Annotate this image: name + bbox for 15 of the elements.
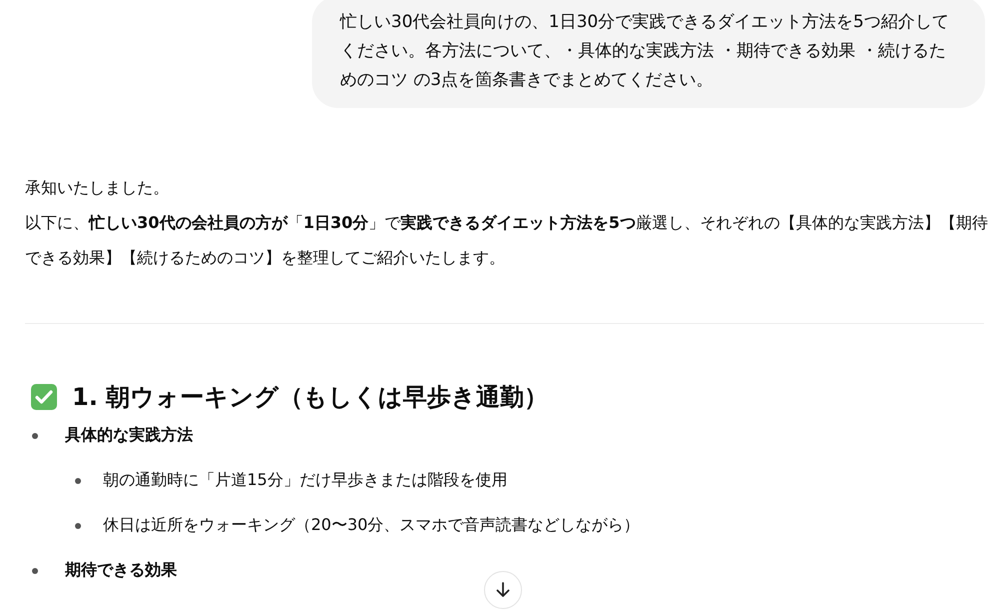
bullet-dot	[32, 568, 38, 574]
scroll-down-button[interactable]	[484, 571, 522, 609]
response-paragraph: 承知いたしました。	[25, 177, 170, 199]
list-heading: 期待できる効果	[65, 560, 177, 581]
list-item: 朝の通勤時に「片道15分」だけ早歩きまたは階段を使用	[103, 470, 508, 491]
checkmark-icon	[30, 383, 58, 411]
bullet-dot	[32, 432, 38, 438]
list-item: 休日は近所をウォーキング（20〜30分、スマホで音声読書などしながら）	[103, 515, 640, 536]
response-paragraph: 以下に、忙しい30代の会社員の方が「1日30分」で実践できるダイエット方法を5つ厳選し、それぞれの【具体的な実践方法】【期待できる効果】【続けるためのコツ】を整理してご紹介いたします。	[25, 212, 989, 269]
user-message: 忙しい30代会社員向けの、1日30分で実践できるダイエット方法を5つ紹介してください。各方法について、・具体的な実践方法 ・期待できる効果 ・続けるためのコツ の3点を箇条書きでまとめてください。	[312, 0, 985, 108]
bullet-dot	[75, 478, 81, 484]
down-arrow-icon	[494, 581, 512, 599]
section-heading: 1. 朝ウォーキング（もしくは早歩き通勤）	[72, 382, 548, 413]
list-heading: 具体的な実践方法	[65, 425, 193, 446]
bullet-dot	[75, 522, 81, 528]
